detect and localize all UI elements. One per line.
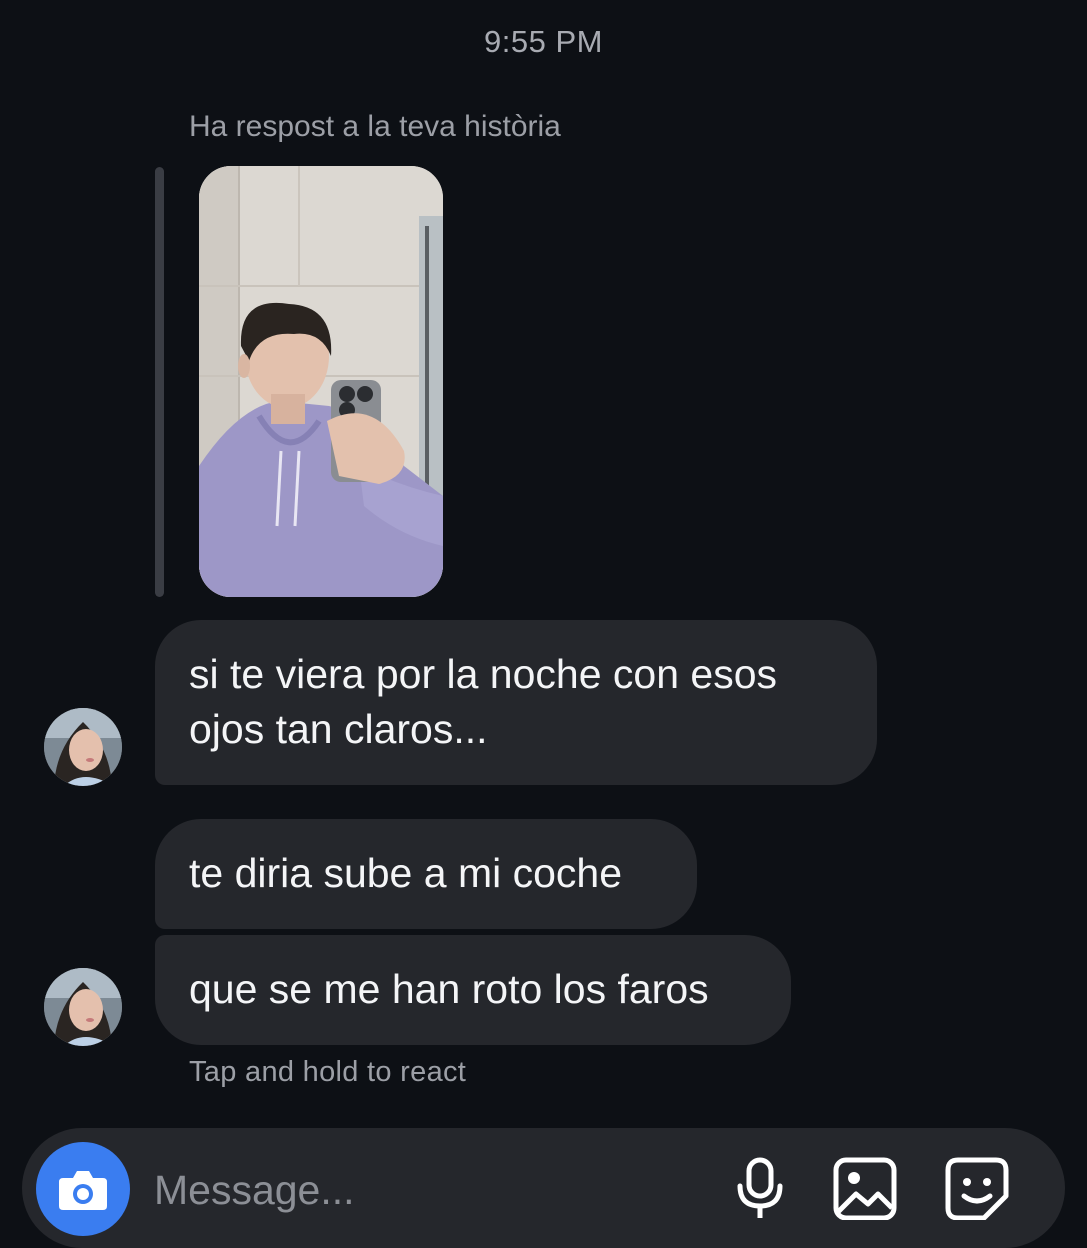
camera-button[interactable]: [36, 1142, 130, 1236]
message-composer: [22, 1128, 1065, 1248]
sender-avatar[interactable]: [44, 708, 122, 786]
message-text: si te viera por la noche con esos ojos t…: [189, 651, 777, 752]
sender-avatar[interactable]: [44, 968, 122, 1046]
story-thumbnail[interactable]: [199, 166, 443, 597]
gallery-icon[interactable]: [832, 1156, 898, 1220]
message-bubble[interactable]: te diria sube a mi coche: [155, 819, 697, 929]
microphone-icon[interactable]: [734, 1156, 786, 1220]
avatar-photo: [44, 708, 122, 786]
story-photo: [199, 166, 443, 597]
message-text: te diria sube a mi coche: [189, 850, 623, 896]
message-bubble[interactable]: si te viera por la noche con esos ojos t…: [155, 620, 877, 785]
message-text: que se me han roto los faros: [189, 966, 709, 1012]
camera-icon: [59, 1171, 107, 1210]
message-input[interactable]: [154, 1164, 714, 1216]
message-bubble[interactable]: que se me han roto los faros: [155, 935, 791, 1045]
sticker-icon[interactable]: [944, 1156, 1010, 1220]
avatar-photo: [44, 968, 122, 1046]
reply-indicator-bar: [155, 167, 164, 597]
story-reply-label: Ha respost a la teva història: [189, 110, 561, 143]
timestamp: 9:55 PM: [484, 24, 603, 59]
react-hint: Tap and hold to react: [189, 1056, 467, 1088]
